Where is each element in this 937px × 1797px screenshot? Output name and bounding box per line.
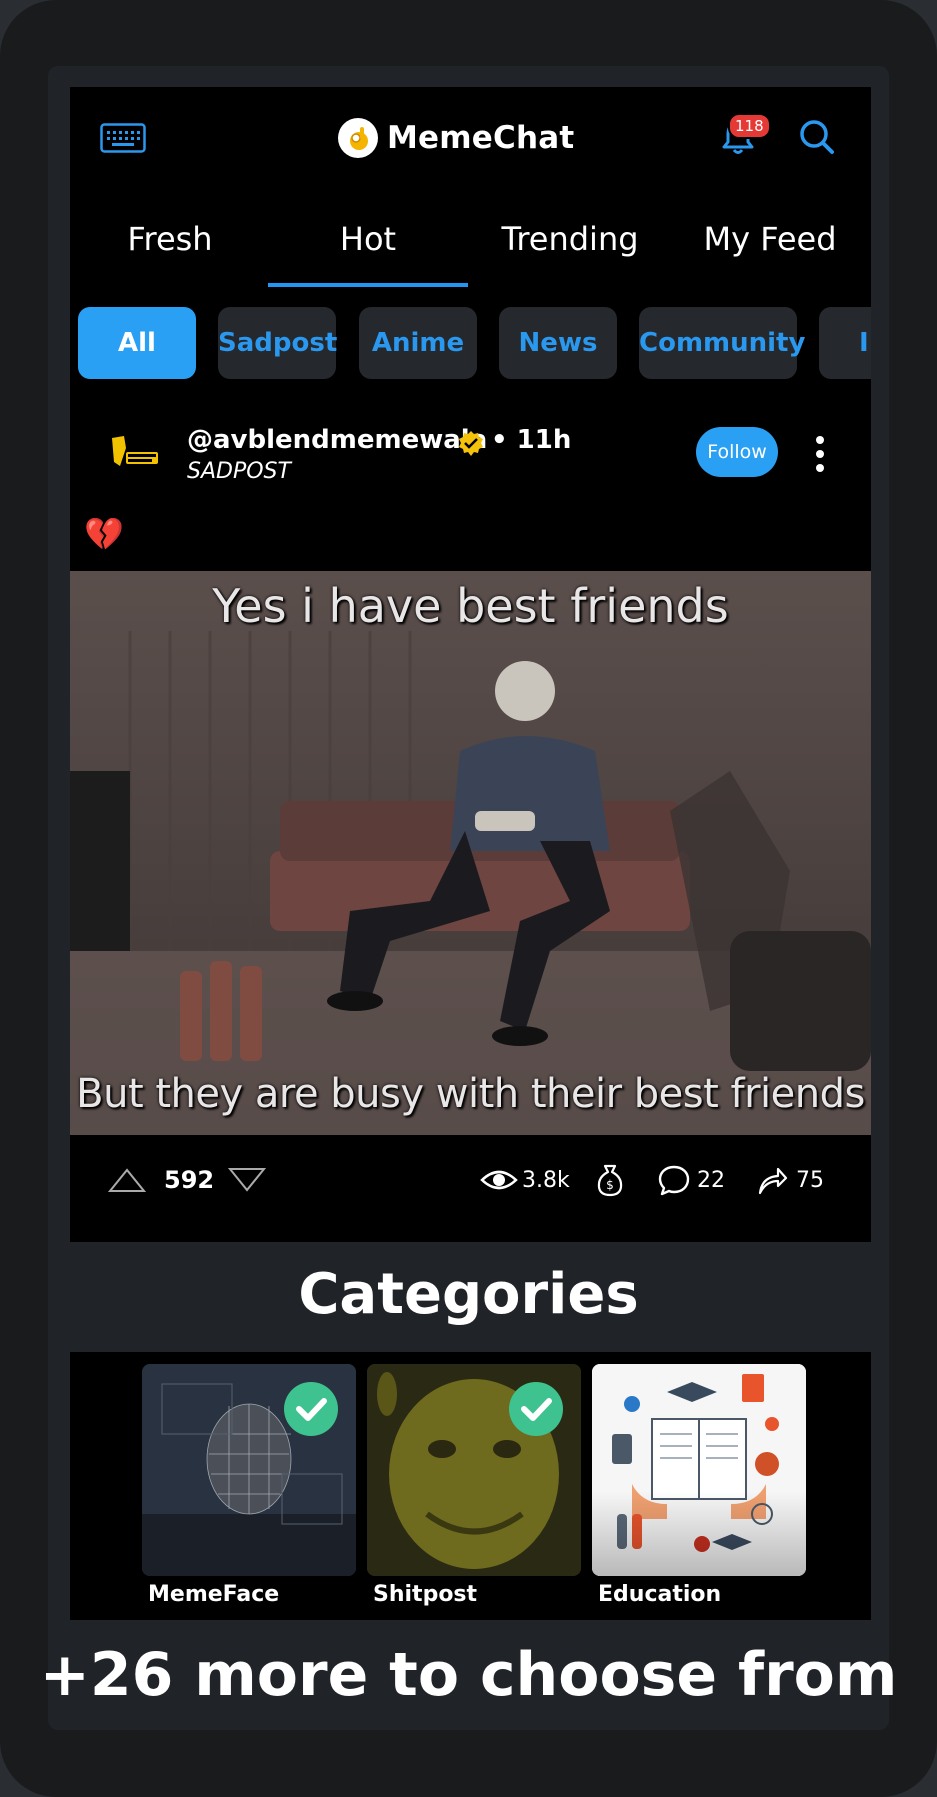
share-icon xyxy=(758,1167,788,1195)
feed-screen: MemeChat 118 Fresh Hot Trending My Feed … xyxy=(70,87,871,1242)
selected-check-icon xyxy=(509,1382,563,1436)
education-illustration xyxy=(592,1364,806,1576)
selected-check-icon xyxy=(284,1382,338,1436)
category-card-memeface[interactable] xyxy=(142,1364,356,1576)
meme-scene-illustration xyxy=(70,571,871,1135)
category-label-shitpost: Shitpost xyxy=(373,1582,478,1607)
more-options-icon[interactable] xyxy=(810,435,830,473)
feed-tabs: Fresh Hot Trending My Feed xyxy=(70,207,871,287)
post-action-bar: 592 3.8k $ 22 75 xyxy=(70,1135,871,1225)
svg-text:$: $ xyxy=(606,1178,614,1192)
upvote-icon xyxy=(108,1168,146,1192)
chip-sadpost[interactable]: Sadpost xyxy=(218,307,337,379)
categories-panel: MemeFace Shitpost Education xyxy=(70,1352,871,1620)
vote-count-wrap: 592 xyxy=(164,1135,214,1225)
chip-all[interactable]: All xyxy=(78,307,196,379)
phone-frame: MemeChat 118 Fresh Hot Trending My Feed … xyxy=(0,0,937,1797)
category-chips: All Sadpost Anime News Community II xyxy=(78,307,871,379)
tab-hot[interactable]: Hot xyxy=(268,207,468,287)
category-card-education[interactable] xyxy=(592,1364,806,1576)
app-name: MemeChat xyxy=(387,120,575,156)
category-card-shitpost[interactable] xyxy=(367,1364,581,1576)
views-count: 3.8k xyxy=(522,1167,570,1193)
post-caption: 💔 xyxy=(84,515,124,553)
downvote-icon xyxy=(228,1168,266,1192)
categories-title: Categories xyxy=(298,1262,639,1327)
chip-partial[interactable]: II xyxy=(819,307,871,379)
vote-count: 592 xyxy=(164,1166,215,1194)
more-categories-text: +26 more to choose from xyxy=(39,1640,898,1710)
app-brand: MemeChat xyxy=(338,117,574,159)
meme-logo-icon xyxy=(338,118,378,158)
meme-bottom-text: But they are busy with their best friend… xyxy=(76,1071,865,1117)
verified-badge-icon xyxy=(459,431,483,456)
search-icon[interactable] xyxy=(797,117,837,157)
upvote-button[interactable] xyxy=(108,1135,146,1225)
money-bag-icon: $ xyxy=(597,1164,623,1197)
comment-count: 22 xyxy=(697,1167,725,1193)
post-username[interactable]: @avblendmemewala xyxy=(187,425,487,455)
share-button[interactable]: 75 xyxy=(756,1135,824,1225)
keyboard-icon[interactable] xyxy=(100,123,146,153)
post-time: • 11h xyxy=(491,425,572,455)
post-header: @avblendmemewala • 11h SADPOST Follow xyxy=(70,417,871,497)
category-label-education: Education xyxy=(598,1582,722,1607)
category-label-memeface: MemeFace xyxy=(148,1582,280,1607)
chip-anime[interactable]: Anime xyxy=(359,307,477,379)
share-count: 75 xyxy=(796,1167,824,1193)
chip-news[interactable]: News xyxy=(499,307,617,379)
tip-button[interactable]: $ xyxy=(596,1135,624,1225)
tab-fresh[interactable]: Fresh xyxy=(70,207,270,287)
tab-trending[interactable]: Trending xyxy=(470,207,670,287)
eye-icon xyxy=(480,1170,518,1190)
post-category: SADPOST xyxy=(187,459,291,484)
comment-icon xyxy=(658,1165,690,1196)
top-bar: MemeChat 118 xyxy=(70,87,871,187)
downvote-button[interactable] xyxy=(228,1135,266,1225)
comments-button[interactable]: 22 xyxy=(657,1135,725,1225)
meme-image[interactable]: Yes i have best friends But they are bus… xyxy=(70,571,871,1135)
views-stat: 3.8k xyxy=(480,1135,570,1225)
meme-top-text: Yes i have best friends xyxy=(212,579,729,633)
chip-community[interactable]: Community xyxy=(639,307,805,379)
follow-button[interactable]: Follow xyxy=(696,427,778,477)
notification-badge: 118 xyxy=(728,113,771,139)
tab-my-feed[interactable]: My Feed xyxy=(670,207,870,287)
avatar[interactable] xyxy=(106,432,162,476)
